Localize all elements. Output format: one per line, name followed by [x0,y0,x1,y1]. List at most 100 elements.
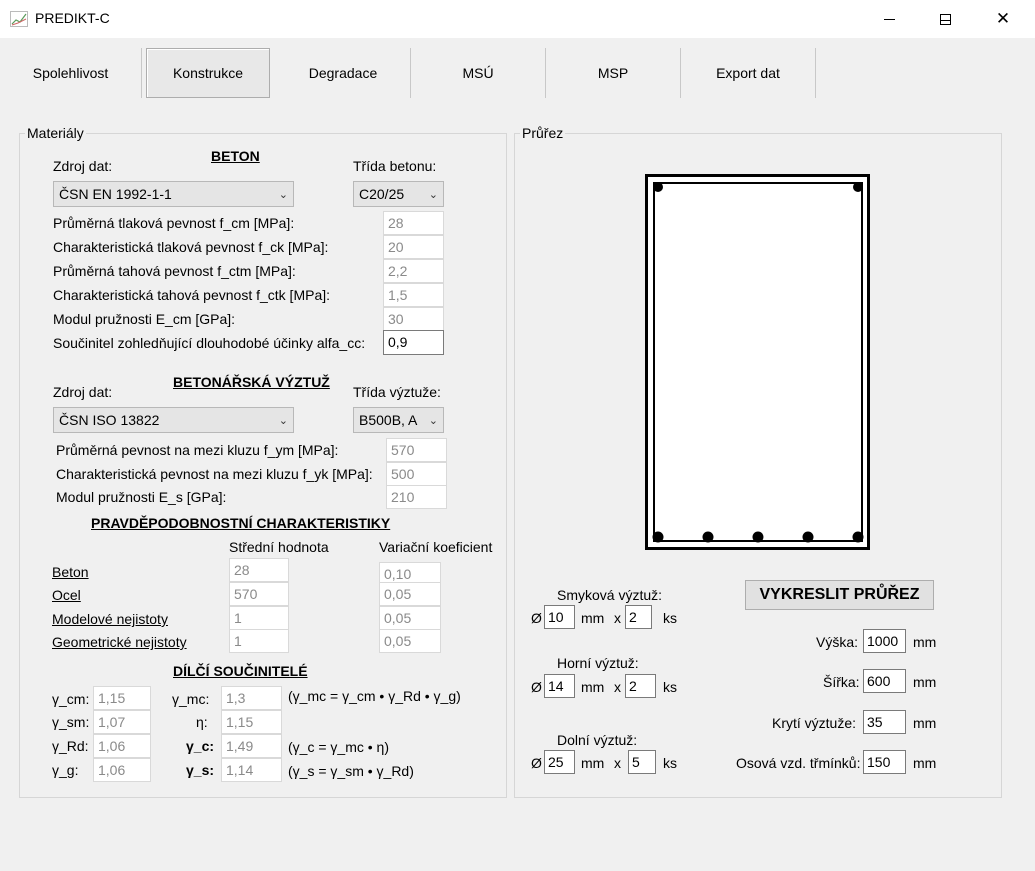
materials-group-title: Materiály [25,125,86,141]
prob-model-cov: 0,05 [379,606,441,630]
bottom-count-input[interactable]: 5 [628,750,656,774]
prob-row-ocel-label[interactable]: Ocel [52,587,81,603]
ecm-label: Modul pružnosti E_cm [GPa]: [53,311,236,327]
g-s-label: γ_s: [186,762,215,778]
fyk-label: Charakteristická pevnost na mezi kluzu f… [56,466,373,482]
factors-heading: DÍLČÍ SOUČINITELÉ [173,663,308,679]
window-title: PREDIKT-C [35,10,110,26]
prob-col-mean: Střední hodnota [229,539,329,555]
prob-model-mean: 1 [229,606,289,630]
shear-diameter-input[interactable]: 10 [544,605,575,629]
tab-label: Degradace [308,65,378,81]
prob-beton-mean: 28 [229,558,289,582]
g-c-field: 1,49 [221,734,282,758]
cover-input[interactable]: 35 [863,710,906,734]
shear-ks: ks [663,610,677,626]
fck-label: Charakteristická tlaková pevnost f_ck [M… [53,239,329,255]
tab-label: Export dat [716,65,780,81]
prob-ocel-mean: 570 [229,582,289,606]
bottom-bar-1 [652,531,664,543]
fcm-field: 28 [383,211,444,235]
spacing-input[interactable]: 150 [863,750,906,774]
g-cm-label: γ_cm: [52,691,90,707]
top-bar-right [853,182,863,192]
beton-class-label: Třída betonu: [353,158,437,174]
beton-source-select[interactable]: ČSN EN 1992-1-1 ⌄ [53,181,294,207]
maximize-icon [939,13,951,25]
bottom-bar-4 [802,531,814,543]
g-rd-label: γ_Rd: [52,738,89,754]
close-button[interactable]: ✕ [980,0,1026,38]
g-mc-label: γ_mc: [172,691,210,707]
height-input[interactable]: 1000 [863,629,906,653]
prob-row-model-label[interactable]: Modelové nejistoty [52,611,168,627]
section-group-title: Průřez [520,125,566,141]
tab-msp[interactable]: MSP [546,48,681,98]
steel-source-select[interactable]: ČSN ISO 13822 ⌄ [53,407,294,433]
alfa-cc-input[interactable]: 0,9 [383,330,444,355]
es-field: 210 [386,485,447,509]
tab-spolehlivost[interactable]: Spolehlivost [0,48,142,98]
g-rd-field: 1,06 [93,734,151,758]
bottom-bar-5 [852,531,864,543]
g-g-field: 1,06 [93,758,151,782]
tab-label: Spolehlivost [32,65,109,81]
fctm-label: Průměrná tahová pevnost f_ctm [MPa]: [53,263,296,279]
spacing-label: Osová vzd. třmínků: [736,755,861,771]
minimize-button-area[interactable] [866,0,912,38]
eta-label: η: [196,714,208,730]
top-count-input[interactable]: 2 [625,674,656,698]
chevron-down-icon: ⌄ [428,188,438,201]
g-c-label: γ_c: [186,738,215,754]
top-diameter-input[interactable]: 14 [544,674,575,698]
select-value: ČSN ISO 13822 [59,412,160,428]
cover-unit: mm [913,715,937,731]
tab-degradace[interactable]: Degradace [276,48,411,98]
tab-label: MSÚ [462,65,494,81]
width-unit: mm [913,674,937,690]
chevron-down-icon: ⌄ [278,188,288,201]
section-outline [645,174,870,550]
prob-col-cov: Variační koeficient [379,539,493,555]
bottom-diam-prefix: Ø [531,755,542,771]
chevron-down-icon: ⌄ [428,414,438,427]
shear-unit: mm [581,610,605,626]
tab-konstrukce[interactable]: Konstrukce [146,48,270,98]
top-ks: ks [663,679,677,695]
tab-label: Konstrukce [172,65,244,81]
width-input[interactable]: 600 [863,669,906,693]
prob-geom-mean: 1 [229,629,289,653]
chevron-down-icon: ⌄ [278,414,288,427]
fctk-label: Charakteristická tahová pevnost f_ctk [M… [53,287,331,303]
bottom-bar-2 [702,531,714,543]
width-label: Šířka: [823,674,860,690]
draw-section-button[interactable]: VYKRESLIT PRŮŘEZ [745,580,934,610]
steel-class-label: Třída výztuže: [353,384,441,400]
g-cm-field: 1,15 [93,686,151,710]
g-mc-field: 1,3 [221,686,282,710]
tab-export-dat[interactable]: Export dat [681,48,816,98]
g-g-label: γ_g: [52,762,79,778]
prob-geom-cov: 0,05 [379,629,441,653]
g-sm-label: γ_sm: [52,714,90,730]
bottom-x: x [614,755,621,771]
beton-class-select[interactable]: C20/25 ⌄ [353,181,444,207]
bottom-unit: mm [581,755,605,771]
fctm-field: 2,2 [383,259,444,283]
tab-msu[interactable]: MSÚ [411,48,546,98]
shear-count-input[interactable]: 2 [625,605,652,629]
prob-row-geom-label[interactable]: Geometrické nejistoty [52,634,187,650]
bottom-label: Dolní výztuž: [557,732,638,748]
maximize-button[interactable] [922,0,968,38]
fym-field: 570 [386,438,447,462]
eq-s-text: (γ_s = γ_sm • γ_Rd) [288,763,414,779]
g-s-field: 1,14 [221,758,282,782]
steel-class-select[interactable]: B500B, A ⌄ [353,407,444,433]
prob-heading: PRAVDĚPODOBNOSTNÍ CHARAKTERISTIKY [91,515,391,531]
select-value: B500B, A [359,412,418,428]
ecm-field: 30 [383,307,444,331]
shear-diam-prefix: Ø [531,610,542,626]
select-value: C20/25 [359,186,405,202]
bottom-diameter-input[interactable]: 25 [544,750,575,774]
prob-row-beton-label[interactable]: Beton [52,564,89,580]
